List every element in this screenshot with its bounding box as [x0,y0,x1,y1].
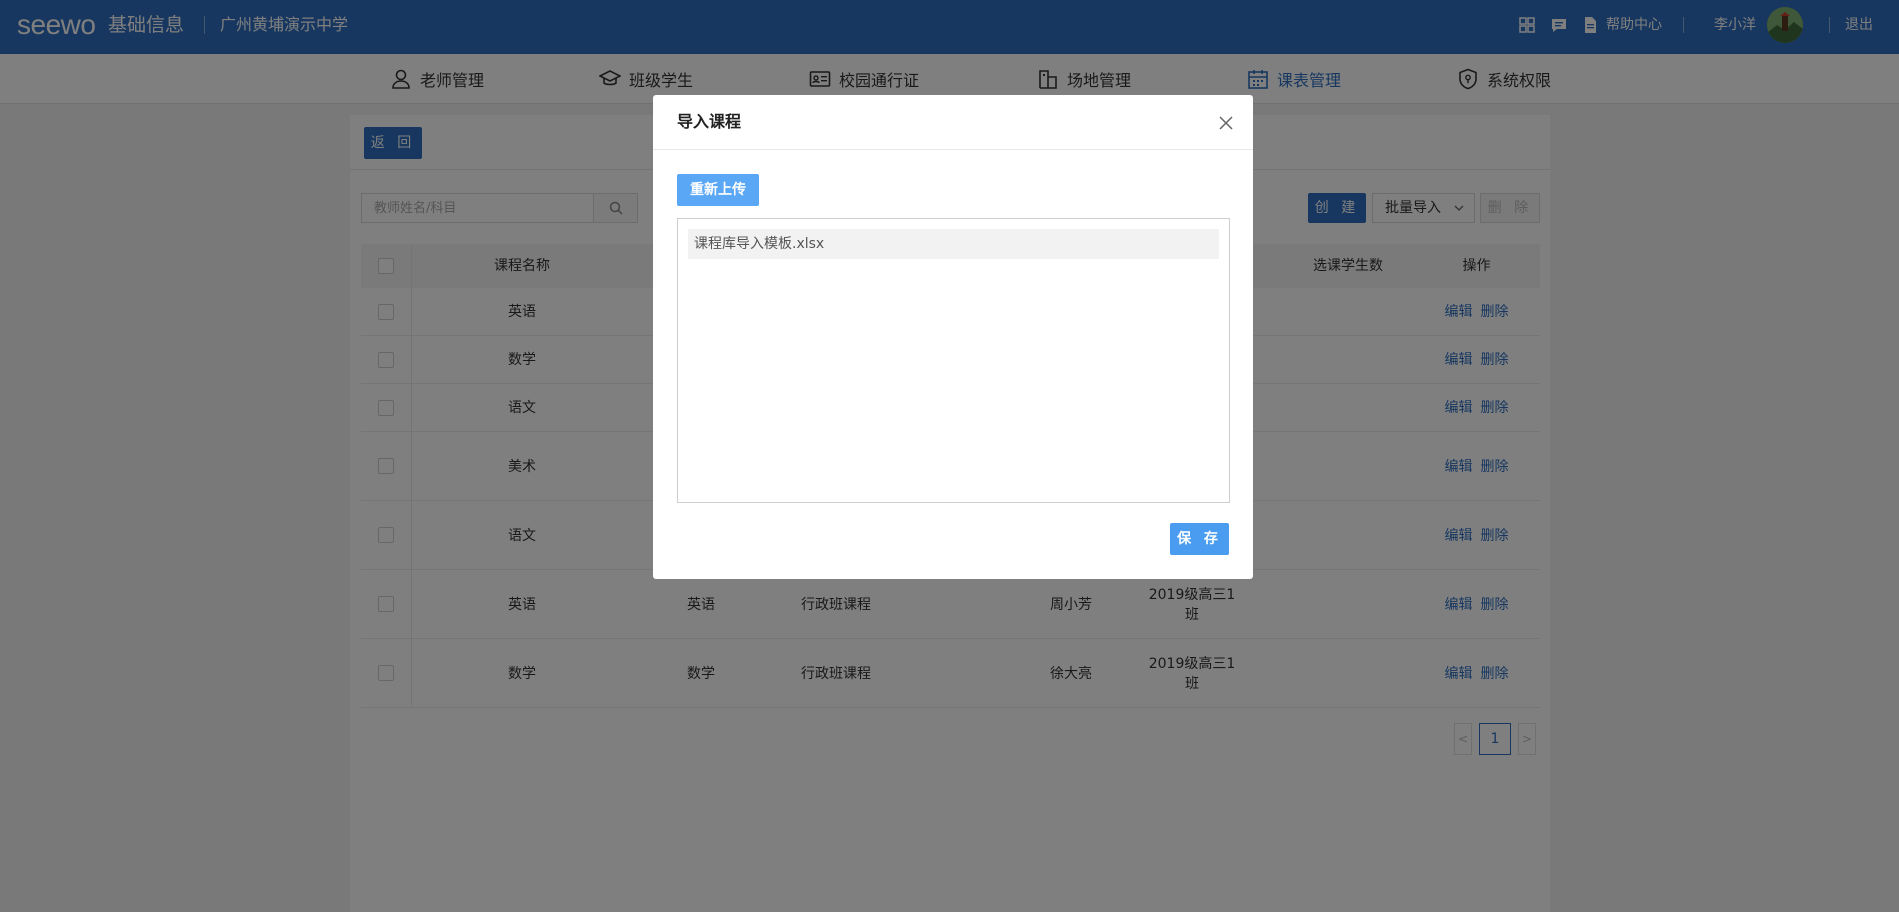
divider [653,149,1253,150]
reupload-button[interactable]: 重新上传 [677,174,759,206]
save-button[interactable]: 保 存 [1170,523,1229,555]
import-course-dialog: 导入课程 重新上传 课程库导入模板.xlsx 保 存 [653,95,1253,579]
file-list-item[interactable]: 课程库导入模板.xlsx [688,229,1219,259]
file-list: 课程库导入模板.xlsx [677,218,1230,503]
close-icon[interactable] [1216,113,1236,133]
dialog-title: 导入课程 [677,112,742,131]
